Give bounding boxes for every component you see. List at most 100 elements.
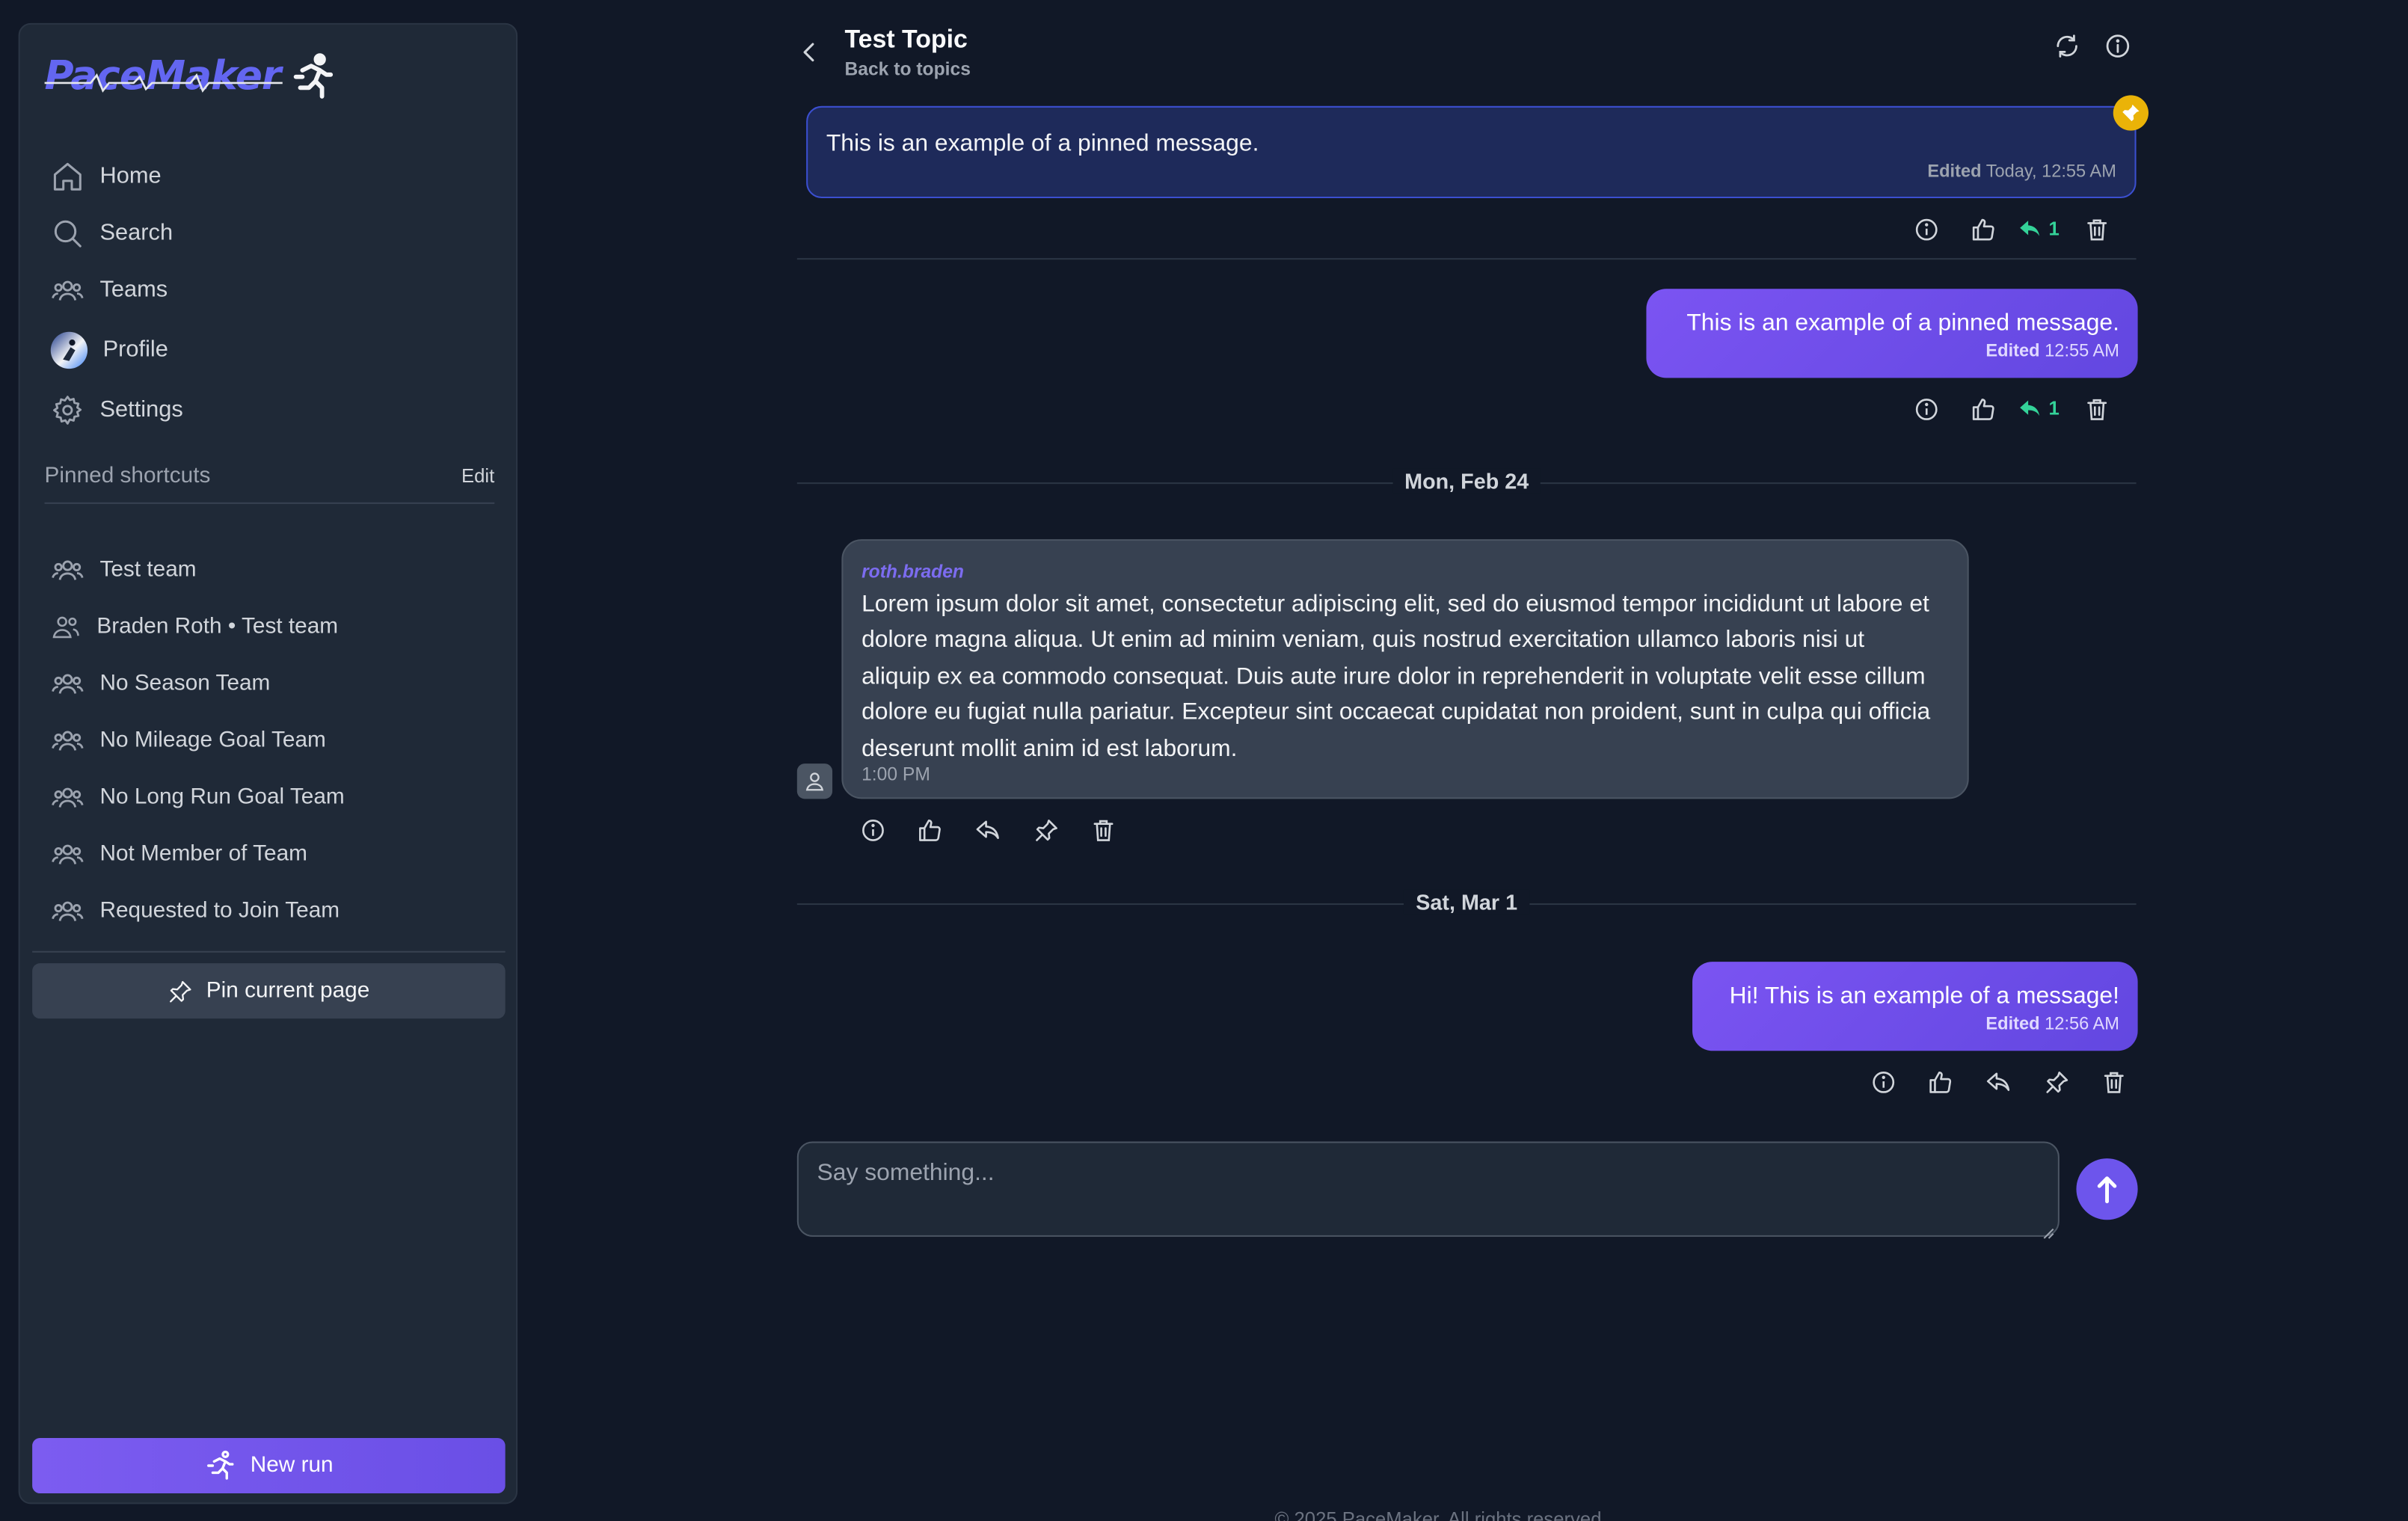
message-meta: Edited 12:55 AM	[1985, 342, 2119, 361]
message-divider	[796, 258, 2137, 260]
date-label: Mon, Feb 24	[1392, 468, 1541, 494]
message-time: 12:55 AM	[2045, 342, 2119, 361]
user-pair-icon	[51, 609, 82, 643]
edited-label: Edited	[1985, 342, 2040, 361]
refresh-icon[interactable]	[2054, 32, 2081, 60]
shortcut-label: Braden Roth • Test team	[96, 613, 339, 639]
date-label: Sat, Mar 1	[1403, 889, 1530, 914]
nav-settings-label: Settings	[99, 396, 183, 423]
info-icon[interactable]	[859, 816, 886, 844]
shortcut-item[interactable]: Braden Roth • Test team	[51, 597, 497, 654]
date-divider: Mon, Feb 24	[796, 467, 2137, 498]
pin-badge-icon	[2113, 95, 2149, 131]
message-meta: Edited 12:56 AM	[1985, 1015, 2119, 1034]
users-icon	[51, 780, 85, 814]
shortcut-label: No Mileage Goal Team	[99, 727, 326, 752]
thumbs-up-icon[interactable]	[915, 816, 943, 844]
message-time: 12:56 AM	[2045, 1015, 2119, 1034]
pin-icon	[168, 978, 194, 1004]
date-divider: Sat, Mar 1	[796, 888, 2137, 919]
footer-text: © 2025 PaceMaker. All rights reserved.	[1274, 1508, 1607, 1521]
resize-handle-icon[interactable]	[2042, 1220, 2054, 1239]
nav-teams-label: Teams	[99, 276, 168, 303]
trash-icon[interactable]	[1089, 816, 1117, 844]
pin-current-page-label: Pin current page	[206, 978, 370, 1004]
back-to-topics-link[interactable]: Back to topics	[844, 58, 970, 80]
trash-icon[interactable]	[2084, 395, 2112, 423]
pinned-message[interactable]: This is an example of a pinned message. …	[806, 105, 2137, 199]
message-time: Today, 12:55 AM	[1985, 162, 2116, 182]
nav-profile-label: Profile	[102, 336, 168, 363]
info-icon[interactable]	[1912, 395, 1940, 423]
message-author[interactable]: roth.braden	[861, 561, 964, 583]
info-icon[interactable]	[2104, 32, 2131, 60]
shortcut-label: Requested to Join Team	[99, 897, 340, 923]
nav-search[interactable]: Search	[51, 204, 497, 261]
nav-settings[interactable]: Settings	[51, 381, 497, 438]
shortcut-item[interactable]: No Season Team	[51, 654, 497, 711]
info-icon[interactable]	[1912, 215, 1940, 243]
reply-icon	[2020, 400, 2040, 417]
thumbs-up-icon[interactable]	[1926, 1068, 1953, 1096]
new-run-button[interactable]: New run	[32, 1438, 506, 1493]
runner-icon	[204, 1448, 238, 1482]
new-run-label: New run	[250, 1453, 334, 1478]
sidebar-divider	[32, 950, 506, 953]
message-actions: 1	[1912, 395, 2112, 423]
trash-icon[interactable]	[2084, 215, 2112, 243]
users-icon	[51, 894, 85, 927]
arrow-up-icon	[2097, 1176, 2117, 1204]
pinned-shortcuts-title: Pinned shortcuts	[44, 464, 211, 489]
own-message[interactable]: Hi! This is an example of a message! Edi…	[1692, 962, 2138, 1051]
pinned-shortcuts-header: Pinned shortcuts Edit	[44, 464, 495, 504]
reply-icon[interactable]	[974, 816, 1001, 844]
users-icon	[51, 273, 85, 307]
shortcut-item[interactable]: Requested to Join Team	[51, 882, 497, 938]
thumbs-up-icon[interactable]	[1969, 215, 1997, 243]
shortcut-item[interactable]: No Long Run Goal Team	[51, 768, 497, 825]
message-text: Hi! This is an example of a message!	[1729, 983, 2119, 1010]
send-button[interactable]	[2076, 1158, 2138, 1220]
heartbeat-line-icon	[44, 73, 283, 93]
app-logo[interactable]: PaceMaker	[44, 49, 340, 105]
message-actions	[1869, 1068, 2127, 1096]
home-icon	[51, 159, 85, 193]
shortcut-item[interactable]: Not Member of Team	[51, 825, 497, 882]
sidebar: PaceMaker Home Search Teams Profile Sett…	[18, 22, 518, 1505]
trash-icon[interactable]	[2099, 1068, 2127, 1096]
gear-icon	[51, 393, 85, 426]
shortcut-label: Not Member of Team	[99, 841, 307, 866]
nav-home[interactable]: Home	[51, 147, 497, 204]
shortcut-item[interactable]: Test team	[51, 541, 497, 597]
message-text: This is an example of a pinned message.	[1686, 310, 2119, 337]
runner-icon	[286, 51, 339, 103]
pin-icon[interactable]	[2042, 1068, 2070, 1096]
reply-count: 1	[2048, 398, 2060, 420]
nav-profile[interactable]: Profile	[50, 318, 497, 381]
message-input[interactable]	[798, 1143, 2058, 1235]
reply-icon[interactable]	[1984, 1068, 2012, 1096]
page-title: Test Topic	[844, 25, 968, 54]
users-icon	[51, 723, 85, 757]
shortcut-label: No Season Team	[99, 670, 271, 695]
pin-current-page-button[interactable]: Pin current page	[32, 963, 506, 1019]
reply-count-button[interactable]: 1	[2018, 217, 2060, 242]
users-icon	[51, 553, 85, 586]
thumbs-up-icon[interactable]	[1969, 395, 1997, 423]
avatar	[50, 331, 88, 369]
edited-label: Edited	[1985, 1015, 2040, 1034]
back-chevron-icon[interactable]	[796, 37, 823, 67]
shortcut-item[interactable]: No Mileage Goal Team	[51, 711, 497, 768]
edit-shortcuts-button[interactable]: Edit	[461, 466, 494, 488]
pin-icon[interactable]	[1032, 816, 1060, 844]
edited-label: Edited	[1927, 162, 1982, 182]
message-time: 1:00 PM	[861, 763, 930, 785]
nav-teams[interactable]: Teams	[51, 261, 497, 318]
reply-icon	[2020, 221, 2040, 236]
message-text: Lorem ipsum dolor sit amet, consectetur …	[861, 591, 1931, 762]
info-icon[interactable]	[1869, 1068, 1896, 1096]
users-icon	[51, 666, 85, 700]
reply-count-button[interactable]: 1	[2018, 396, 2060, 421]
own-message[interactable]: This is an example of a pinned message. …	[1646, 289, 2138, 378]
incoming-message[interactable]: roth.braden Lorem ipsum dolor sit amet, …	[841, 539, 1969, 799]
